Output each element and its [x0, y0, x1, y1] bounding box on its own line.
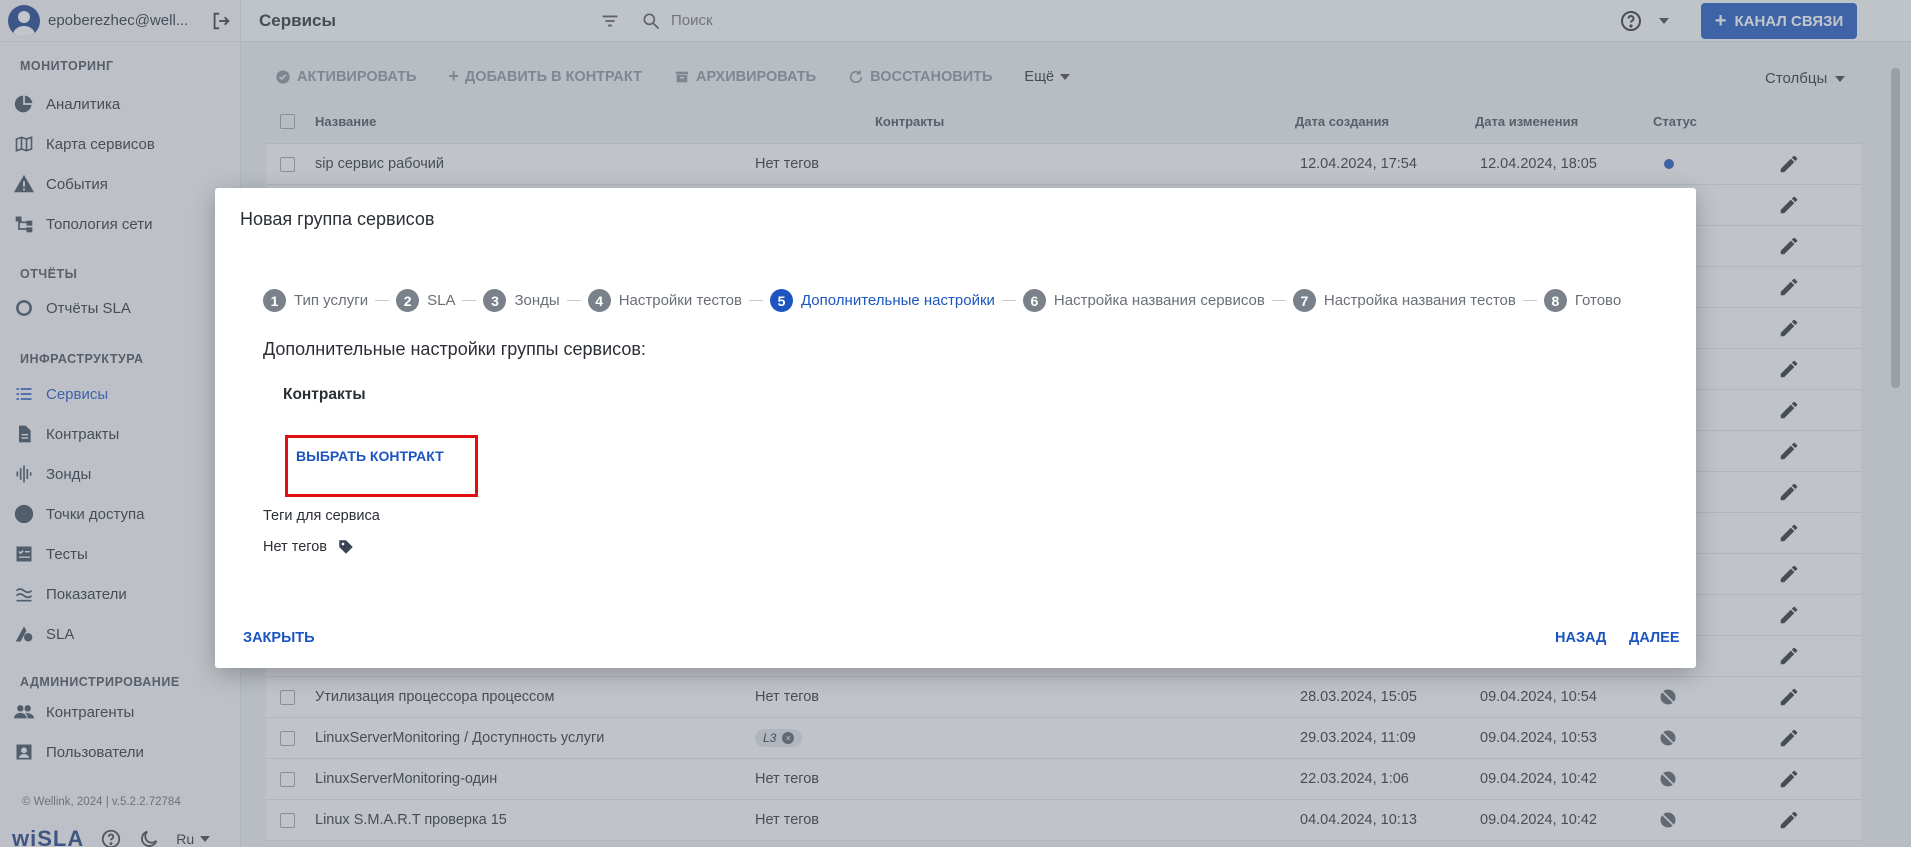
step-number: 2 — [396, 289, 420, 312]
step-number: 4 — [587, 289, 611, 312]
wizard-step-3[interactable]: 3 Зонды — [483, 289, 560, 312]
step-number: 8 — [1543, 289, 1567, 312]
wizard-step-5[interactable]: 5 Дополнительные настройки — [769, 289, 995, 312]
wizard-step-4[interactable]: 4 Настройки тестов — [587, 289, 742, 312]
step-label: Тип услуги — [294, 292, 369, 309]
select-contract-button[interactable]: ВЫБРАТЬ КОНТРАКТ — [296, 448, 444, 464]
next-button[interactable]: ДАЛЕЕ — [1629, 630, 1680, 646]
select-contract-highlight: ВЫБРАТЬ КОНТРАКТ — [285, 435, 478, 497]
dialog-title: Новая группа сервисов — [240, 209, 435, 229]
step-number: 3 — [483, 289, 507, 312]
tags-label: Теги для сервиса — [263, 508, 380, 524]
step-separator — [566, 300, 581, 301]
contracts-label: Контракты — [283, 386, 366, 403]
step-number: 1 — [263, 289, 286, 312]
step-label: Дополнительные настройки — [800, 292, 995, 309]
step-label: SLA — [427, 292, 456, 309]
no-tags-row: Нет тегов — [263, 538, 355, 556]
step-number: 5 — [769, 289, 793, 312]
wizard-step-2[interactable]: 2 SLA — [396, 289, 455, 312]
wizard-step-1[interactable]: 1 Тип услуги — [263, 289, 368, 312]
section-heading: Дополнительные настройки группы сервисов… — [263, 339, 646, 359]
step-separator — [375, 300, 390, 301]
wizard-step-6[interactable]: 6 Настройка названия сервисов — [1022, 289, 1265, 312]
step-label: Зонды — [514, 292, 560, 309]
step-label: Настройки тестов — [618, 292, 742, 309]
step-label: Настройка названия тестов — [1323, 292, 1516, 309]
wizard-step-8[interactable]: 8 Готово — [1543, 289, 1622, 312]
new-service-group-dialog: Новая группа сервисов 1 Тип услуги 2 SLA 3 Зо… — [215, 188, 1696, 668]
tag-icon[interactable] — [337, 538, 355, 556]
step-separator — [1522, 300, 1537, 301]
step-number: 6 — [1022, 289, 1046, 312]
close-button[interactable]: ЗАКРЫТЬ — [243, 630, 315, 646]
step-label: Настройка названия сервисов — [1053, 292, 1265, 309]
step-separator — [748, 300, 763, 301]
no-tags-text: Нет тегов — [263, 539, 328, 555]
step-separator — [1271, 300, 1286, 301]
step-separator — [462, 300, 477, 301]
step-separator — [1001, 300, 1016, 301]
wizard-step-7[interactable]: 7 Настройка названия тестов — [1292, 289, 1516, 312]
wizard-stepper: 1 Тип услуги 2 SLA 3 Зонды 4 Настройки тестов 5 Д… — [263, 289, 1621, 312]
step-number: 7 — [1292, 289, 1316, 312]
step-label: Готово — [1574, 292, 1622, 309]
back-button[interactable]: НАЗАД — [1555, 630, 1606, 646]
